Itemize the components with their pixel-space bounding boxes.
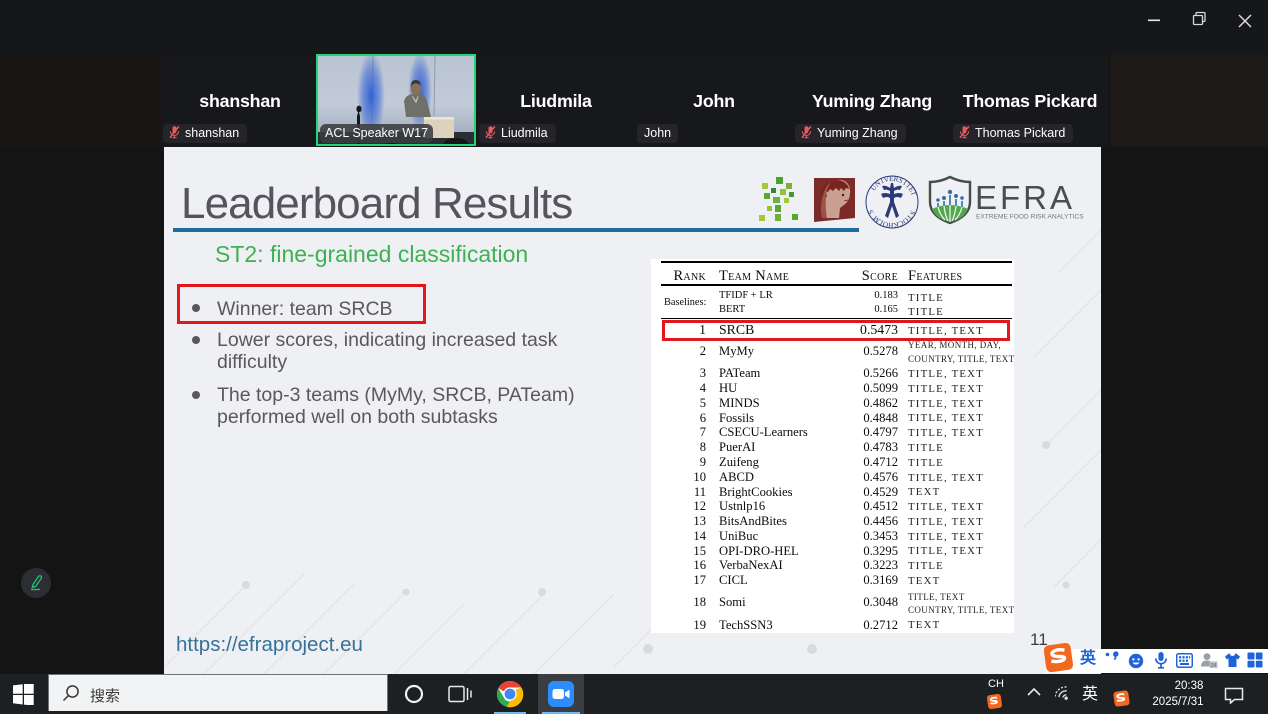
svg-text:34: 34 <box>1210 663 1216 669</box>
svg-text:EFRA: EFRA <box>975 179 1075 216</box>
svg-text:EXTREME FOOD RISK ANALYTICS: EXTREME FOOD RISK ANALYTICS <box>976 214 1084 221</box>
